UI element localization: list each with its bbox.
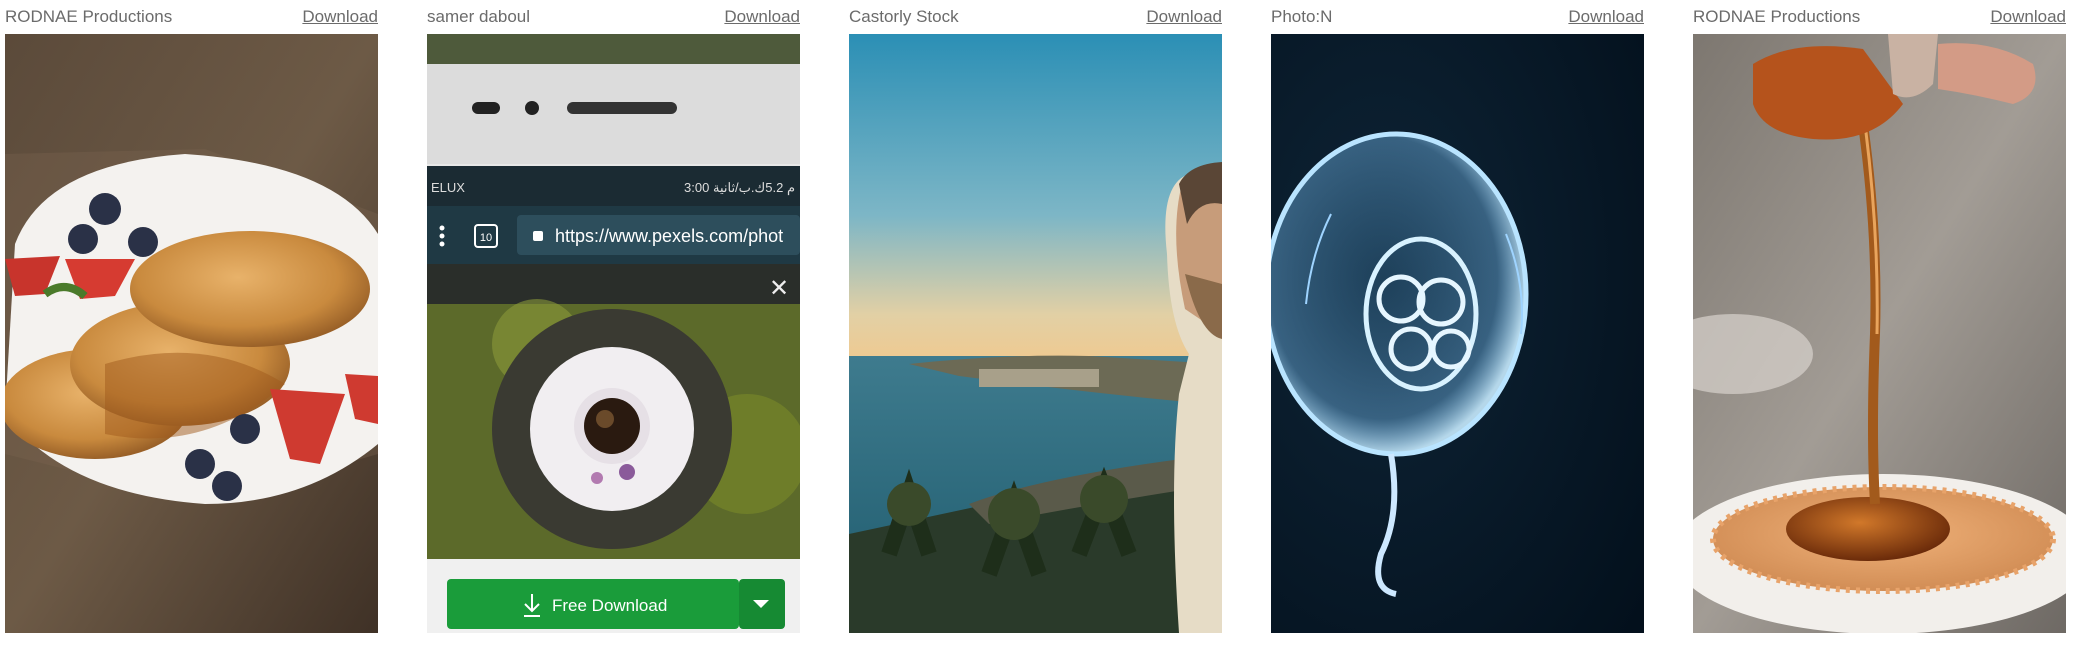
card-header: RODNAE Productions Download: [5, 0, 378, 34]
download-link[interactable]: Download: [1568, 7, 1644, 27]
url-text: https://www.pexels.com/phot: [555, 226, 783, 246]
free-download-label: Free Download: [552, 596, 667, 615]
download-link[interactable]: Download: [302, 7, 378, 27]
card-header: RODNAE Productions Download: [1693, 0, 2066, 34]
photo-coastline[interactable]: [849, 34, 1222, 633]
tab-count: 10: [480, 232, 492, 244]
card-header: Photo:N Download: [1271, 0, 1644, 34]
lock-icon: [533, 231, 543, 241]
author-name[interactable]: RODNAE Productions: [1693, 7, 1860, 27]
close-icon[interactable]: ✕: [769, 275, 789, 302]
status-bar-text: 3:00 م 5.2ك.ب/ثانية: [684, 180, 795, 196]
card-header: Castorly Stock Download: [849, 0, 1222, 34]
author-name[interactable]: samer daboul: [427, 7, 530, 27]
photo-gallery: RODNAE Productions Download samer daboul…: [0, 0, 2087, 651]
photo-card: Castorly Stock Download: [849, 0, 1222, 633]
author-name[interactable]: RODNAE Productions: [5, 7, 172, 27]
photo-phone-screen[interactable]: ELUX 3:00 م 5.2ك.ب/ثانية 10 https://www.…: [427, 34, 800, 633]
download-link[interactable]: Download: [1146, 7, 1222, 27]
photo-card: RODNAE Productions Download: [5, 0, 378, 633]
download-link[interactable]: Download: [724, 7, 800, 27]
photo-card: RODNAE Productions Download: [1693, 0, 2066, 633]
card-header: samer daboul Download: [427, 0, 800, 34]
photo-card: Photo:N Download: [1271, 0, 1644, 633]
author-name[interactable]: Photo:N: [1271, 7, 1332, 27]
photo-card: samer daboul Download ELUX 3:00 م 5.2ك.ب…: [427, 0, 800, 633]
photo-syrup-pancake[interactable]: [1693, 34, 2066, 633]
author-name[interactable]: Castorly Stock: [849, 7, 959, 27]
photo-pancakes[interactable]: [5, 34, 378, 633]
carrier-label: ELUX: [431, 180, 465, 195]
photo-jellyfish[interactable]: [1271, 34, 1644, 633]
download-link[interactable]: Download: [1990, 7, 2066, 27]
